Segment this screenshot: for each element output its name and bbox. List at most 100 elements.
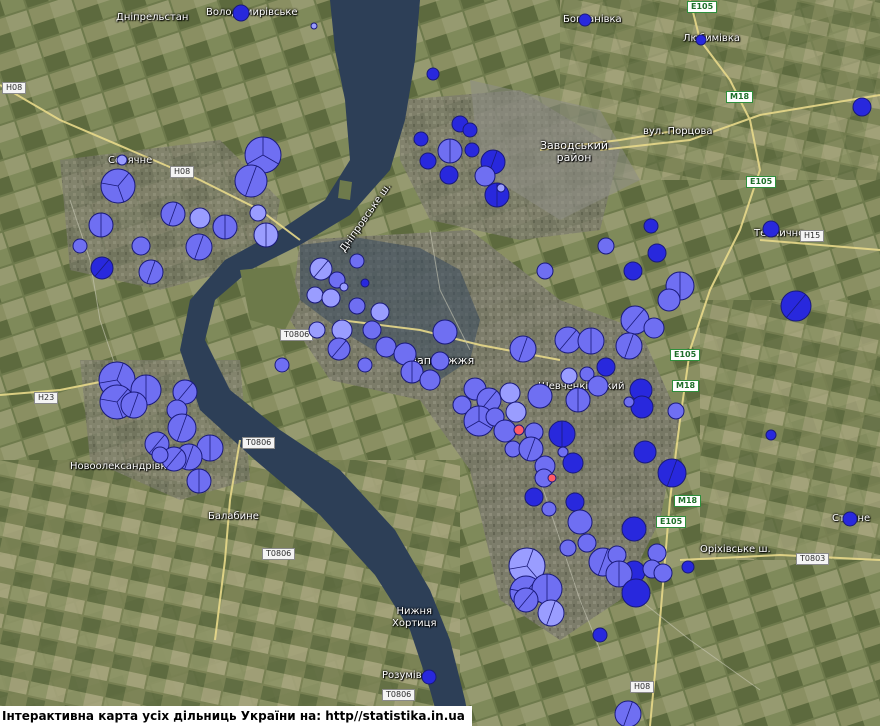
polling-station-marker[interactable] bbox=[419, 152, 437, 170]
polling-station-marker[interactable] bbox=[653, 563, 673, 583]
polling-station-marker[interactable] bbox=[274, 357, 290, 373]
polling-station-marker[interactable] bbox=[306, 286, 324, 304]
polling-station-marker[interactable] bbox=[88, 212, 114, 238]
polling-station-marker[interactable] bbox=[647, 243, 667, 263]
polling-station-marker[interactable] bbox=[462, 122, 478, 138]
polling-station-marker[interactable] bbox=[505, 401, 527, 423]
polling-station-marker[interactable] bbox=[614, 700, 642, 726]
polling-station-marker[interactable] bbox=[657, 288, 681, 312]
polling-station-marker[interactable] bbox=[232, 4, 250, 22]
polling-station-marker[interactable] bbox=[548, 420, 576, 448]
polling-station-marker[interactable] bbox=[513, 424, 525, 436]
polling-station-marker[interactable] bbox=[348, 297, 366, 315]
polling-station-marker[interactable] bbox=[331, 319, 353, 341]
polling-station-marker[interactable] bbox=[439, 165, 459, 185]
polling-station-marker[interactable] bbox=[90, 256, 114, 280]
polling-station-marker[interactable] bbox=[116, 154, 128, 166]
polling-station-marker[interactable] bbox=[587, 375, 609, 397]
polling-station-marker[interactable] bbox=[621, 578, 651, 608]
polling-station-marker[interactable] bbox=[695, 34, 707, 46]
credit-banner[interactable]: Інтерактивна карта усіх дільниць України… bbox=[0, 706, 472, 726]
polling-station-marker[interactable] bbox=[499, 382, 521, 404]
polling-station-marker[interactable] bbox=[375, 336, 397, 358]
polling-station-marker[interactable] bbox=[234, 164, 268, 198]
polling-station-marker[interactable] bbox=[339, 282, 349, 292]
polling-station-marker[interactable] bbox=[496, 183, 506, 193]
polling-station-marker[interactable] bbox=[413, 131, 429, 147]
polling-station-marker[interactable] bbox=[596, 357, 616, 377]
polling-station-marker[interactable] bbox=[643, 317, 665, 339]
polling-station-marker[interactable] bbox=[565, 492, 585, 512]
polling-station-marker[interactable] bbox=[681, 560, 695, 574]
polling-station-marker[interactable] bbox=[560, 367, 578, 385]
polling-station-marker[interactable] bbox=[541, 501, 557, 517]
polling-station-marker[interactable] bbox=[623, 396, 635, 408]
polling-station-marker[interactable] bbox=[253, 222, 279, 248]
polling-station-marker[interactable] bbox=[131, 236, 151, 256]
polling-station-marker[interactable] bbox=[321, 288, 341, 308]
polling-station-marker[interactable] bbox=[189, 207, 211, 229]
polling-station-marker[interactable] bbox=[437, 138, 463, 164]
satellite-map[interactable]: Дніпрельстан Володимирівське Богданівка … bbox=[0, 0, 880, 726]
polling-station-marker[interactable] bbox=[527, 383, 553, 409]
polling-station-marker[interactable] bbox=[557, 446, 569, 458]
polling-station-marker[interactable] bbox=[100, 168, 136, 204]
polling-station-marker[interactable] bbox=[657, 458, 687, 488]
polling-station-marker[interactable] bbox=[160, 201, 186, 227]
polling-station-marker[interactable] bbox=[419, 369, 441, 391]
polling-station-marker[interactable] bbox=[185, 233, 213, 261]
polling-station-marker[interactable] bbox=[559, 539, 577, 557]
polling-station-marker[interactable] bbox=[421, 669, 437, 685]
polling-station-marker[interactable] bbox=[186, 468, 212, 494]
polling-station-marker[interactable] bbox=[513, 587, 539, 613]
polling-station-marker[interactable] bbox=[667, 402, 685, 420]
polling-station-marker[interactable] bbox=[623, 261, 643, 281]
polling-station-marker[interactable] bbox=[308, 321, 326, 339]
polling-station-marker[interactable] bbox=[120, 391, 148, 419]
polling-station-marker[interactable] bbox=[349, 253, 365, 269]
polling-station-marker[interactable] bbox=[765, 429, 777, 441]
polling-station-marker[interactable] bbox=[554, 326, 582, 354]
polling-station-marker[interactable] bbox=[630, 395, 654, 419]
polling-station-marker[interactable] bbox=[138, 259, 164, 285]
polling-station-marker[interactable] bbox=[565, 387, 591, 413]
polling-station-marker[interactable] bbox=[151, 446, 169, 464]
polling-station-marker[interactable] bbox=[360, 278, 370, 288]
polling-station-marker[interactable] bbox=[524, 487, 544, 507]
polling-station-marker[interactable] bbox=[647, 543, 667, 563]
polling-station-marker[interactable] bbox=[578, 13, 592, 27]
polling-station-marker[interactable] bbox=[310, 22, 318, 30]
polling-station-marker[interactable] bbox=[577, 533, 597, 553]
polling-station-marker[interactable] bbox=[167, 413, 197, 443]
polling-station-marker[interactable] bbox=[464, 142, 480, 158]
polling-station-marker[interactable] bbox=[309, 257, 333, 281]
polling-station-marker[interactable] bbox=[643, 218, 659, 234]
polling-station-marker[interactable] bbox=[621, 516, 647, 542]
polling-station-marker[interactable] bbox=[592, 627, 608, 643]
polling-station-marker[interactable] bbox=[547, 473, 557, 483]
polling-station-marker[interactable] bbox=[72, 238, 88, 254]
polling-station-marker[interactable] bbox=[780, 290, 812, 322]
polling-station-marker[interactable] bbox=[327, 337, 351, 361]
polling-station-marker[interactable] bbox=[633, 440, 657, 464]
polling-station-marker[interactable] bbox=[536, 262, 554, 280]
polling-station-marker[interactable] bbox=[212, 214, 238, 240]
polling-station-marker[interactable] bbox=[842, 511, 858, 527]
polling-station-marker[interactable] bbox=[249, 204, 267, 222]
polling-station-marker[interactable] bbox=[852, 97, 872, 117]
polling-station-marker[interactable] bbox=[509, 335, 537, 363]
polling-station-marker[interactable] bbox=[430, 351, 450, 371]
polling-station-marker[interactable] bbox=[474, 165, 496, 187]
polling-station-marker[interactable] bbox=[357, 357, 373, 373]
polling-station-marker[interactable] bbox=[762, 220, 780, 238]
polling-station-marker[interactable] bbox=[426, 67, 440, 81]
polling-station-marker[interactable] bbox=[615, 332, 643, 360]
polling-station-marker[interactable] bbox=[567, 509, 593, 535]
polling-station-marker[interactable] bbox=[432, 319, 458, 345]
polling-station-marker[interactable] bbox=[577, 327, 605, 355]
polling-station-marker[interactable] bbox=[537, 599, 565, 627]
polling-station-marker[interactable] bbox=[493, 419, 517, 443]
polling-station-marker[interactable] bbox=[362, 320, 382, 340]
polling-station-marker[interactable] bbox=[597, 237, 615, 255]
polling-station-marker[interactable] bbox=[370, 302, 390, 322]
